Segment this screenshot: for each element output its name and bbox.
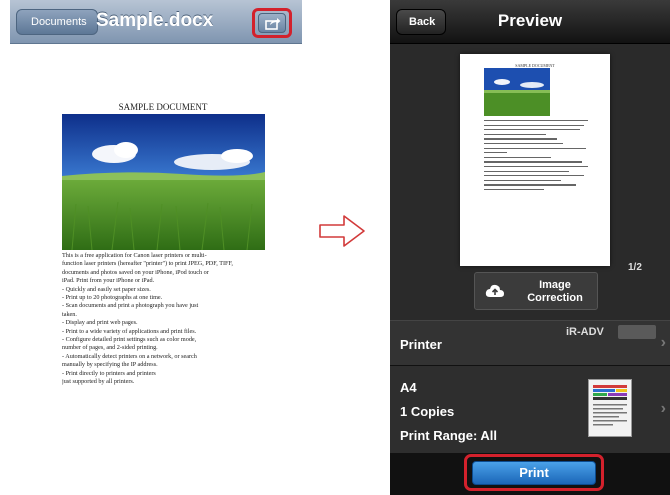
share-button[interactable]	[258, 13, 286, 33]
document-line: taken.	[62, 310, 77, 318]
document-title: Sample.docx	[96, 10, 214, 31]
paper-size-value: A4	[400, 380, 417, 395]
document-viewer-screen: Documents Sample.docx SAMPLE DOCUMENT Th…	[10, 0, 302, 495]
print-button-highlight[interactable]: Print	[464, 454, 604, 491]
document-line: - Print up to 20 photographs at one time…	[62, 294, 163, 302]
document-line: function laser printers (hereafter "prin…	[62, 260, 233, 268]
share-button-highlight[interactable]	[252, 8, 292, 38]
printer-name: iR-ADV	[566, 326, 604, 338]
page-indicator: 1/2	[628, 262, 642, 273]
printer-label: Printer	[400, 337, 442, 352]
right-arrow-icon	[319, 215, 365, 247]
document-heading: SAMPLE DOCUMENT	[118, 102, 208, 112]
document-photo	[62, 114, 265, 250]
navigation-bar: Documents Sample.docx	[10, 0, 302, 44]
document-line: - Print directly to printers and printer…	[62, 369, 156, 377]
print-button[interactable]: Print	[472, 461, 596, 485]
chevron-right-icon: ›	[660, 334, 666, 351]
print-range-value: Print Range: All	[400, 428, 498, 443]
navigation-bar: Back Preview	[390, 0, 670, 44]
document-page: SAMPLE DOCUMENT This is a free applicati…	[48, 96, 278, 426]
preview-page-thumbnail[interactable]: SAMPLE DOCUMENT	[460, 54, 610, 266]
document-line: just supported by all printers.	[62, 378, 135, 386]
paper-settings-icon	[588, 379, 632, 437]
document-line: iPad. Print from your iPhone or iPad.	[62, 277, 155, 285]
preview-text-lines	[484, 120, 588, 194]
document-line: number of pages, and 2-sided printing.	[62, 344, 158, 352]
document-line: - Print to a wide variety of application…	[62, 327, 197, 335]
preview-photo	[484, 68, 550, 116]
bottom-toolbar: Print	[390, 454, 670, 495]
cloud-upload-icon	[485, 284, 504, 297]
document-line: - Display and print web pages.	[62, 319, 138, 327]
printer-name-redaction	[618, 325, 656, 339]
document-line: documents and photos saved on your iPhon…	[62, 268, 209, 276]
preview-area[interactable]: SAMPLE DOCUMENT 1/2 Image Correction	[390, 44, 670, 320]
print-preview-screen: Back Preview SAMPLE DOCUMENT 1/2 Image C…	[390, 0, 670, 495]
screen-title: Preview	[497, 11, 563, 30]
documents-back-button[interactable]: Documents	[16, 9, 98, 35]
document-line: - Automatically detect printers on a net…	[62, 352, 197, 360]
document-body: This is a free application for Canon las…	[62, 252, 272, 387]
document-line: - Quickly and easily set paper sizes.	[62, 285, 151, 293]
document-line: - Configure detailed print settings such…	[62, 336, 197, 344]
copies-value: 1 Copies	[400, 404, 455, 419]
print-settings-row[interactable]: A4 1 Copies Print Range: All ›	[390, 366, 670, 454]
document-line: - Scan documents and print a photograph …	[62, 302, 199, 310]
document-line: manually by specifying the IP address.	[62, 361, 158, 369]
share-icon	[265, 18, 281, 30]
image-correction-label: Image Correction	[527, 279, 583, 304]
printer-selector-row[interactable]: Printer iR-ADV ›	[390, 320, 670, 366]
chevron-right-icon: ›	[660, 400, 666, 417]
document-line: This is a free application for Canon las…	[62, 252, 207, 259]
image-correction-button[interactable]: Image Correction	[474, 272, 598, 310]
